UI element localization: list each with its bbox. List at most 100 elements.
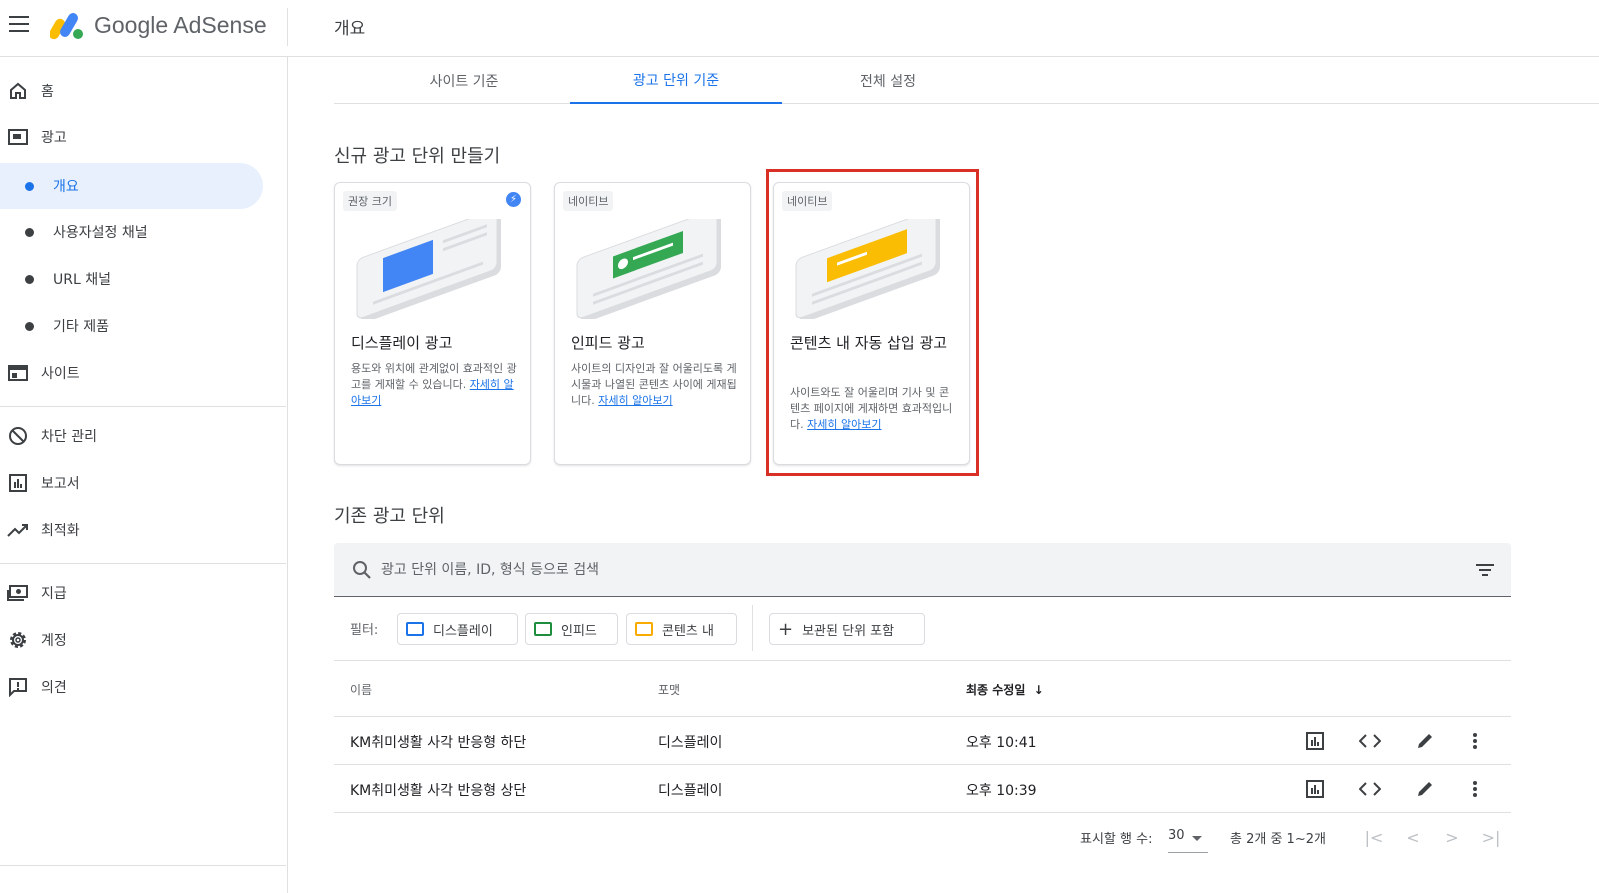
page-range: 총 2개 중 1~2개 bbox=[1230, 832, 1326, 847]
include-archived-chip[interactable]: + 보관된 단위 포함 bbox=[769, 613, 925, 645]
filter-chip-infeed[interactable]: 인피드 bbox=[525, 613, 618, 645]
divider bbox=[287, 8, 288, 46]
chip-label: 디스플레이 bbox=[433, 623, 493, 639]
brand-name: Google AdSense bbox=[94, 12, 267, 38]
column-header-format[interactable]: 포맷 bbox=[658, 681, 680, 698]
filter-list-icon[interactable] bbox=[1475, 561, 1495, 579]
sidebar-item-home[interactable]: 홈 bbox=[0, 69, 286, 113]
sidebar-item-label: 보고서 bbox=[41, 476, 80, 492]
infeed-format-icon bbox=[534, 622, 552, 636]
ad-unit-format: 디스플레이 bbox=[658, 735, 723, 751]
first-page-icon[interactable]: |< bbox=[1362, 825, 1386, 849]
card-description: 사이트와도 잘 어울리며 기사 및 콘텐츠 페이지에 게재하면 효과적입니다. … bbox=[790, 385, 958, 433]
rows-per-page-select[interactable]: 30 bbox=[1168, 823, 1208, 853]
sites-icon bbox=[7, 362, 29, 384]
display-ad-card[interactable]: 권장 크기 ⚡ 디스플레이 광고 용도와 위치에 관계없이 효과적인 광고를 게… bbox=[334, 182, 531, 465]
more-vert-icon[interactable] bbox=[1463, 777, 1487, 801]
chip-label: 콘텐츠 내 bbox=[662, 623, 714, 639]
sidebar-item-ads[interactable]: 광고 bbox=[0, 115, 286, 159]
sidebar-item-reports[interactable]: 보고서 bbox=[0, 461, 286, 505]
tab-global-settings[interactable]: 전체 설정 bbox=[782, 57, 994, 104]
feedback-icon bbox=[7, 676, 29, 698]
sidebar-item-label: 광고 bbox=[41, 130, 67, 146]
sidebar-item-label: 차단 관리 bbox=[41, 429, 97, 445]
column-header-name[interactable]: 이름 bbox=[350, 681, 372, 698]
payments-icon bbox=[7, 582, 29, 604]
adsense-logo bbox=[50, 13, 83, 40]
sidebar-subitem-other-products[interactable]: 기타 제품 bbox=[0, 303, 263, 349]
reports-icon bbox=[7, 472, 29, 494]
bullet-icon bbox=[25, 181, 34, 191]
sidebar-item-account[interactable]: 계정 bbox=[0, 618, 286, 662]
sidebar-subitem-overview[interactable]: 개요 bbox=[0, 163, 263, 209]
sidebar-item-blocking[interactable]: 차단 관리 bbox=[0, 414, 286, 458]
section-title-new-units: 신규 광고 단위 만들기 bbox=[334, 146, 501, 167]
dropdown-arrow-icon bbox=[1192, 836, 1202, 841]
plus-icon: + bbox=[778, 618, 794, 640]
view-tabs: 사이트 기준 광고 단위 기준 전체 설정 bbox=[334, 57, 1599, 104]
next-page-icon[interactable]: > bbox=[1440, 825, 1464, 849]
card-tag: 권장 크기 bbox=[343, 191, 397, 211]
sidebar-item-sites[interactable]: 사이트 bbox=[0, 351, 286, 395]
infeed-ad-card[interactable]: 네이티브 인피드 광고 사이트의 디자인과 잘 어울리도록 게시물과 나열된 콘… bbox=[554, 182, 751, 465]
last-page-icon[interactable]: >| bbox=[1479, 825, 1503, 849]
display-format-icon bbox=[406, 622, 424, 636]
report-icon[interactable] bbox=[1303, 729, 1327, 753]
divider bbox=[0, 563, 286, 564]
edit-icon[interactable] bbox=[1413, 777, 1437, 801]
in-article-ad-illustration bbox=[795, 219, 940, 319]
table-row[interactable]: KM취미생활 사각 반응형 상단 디스플레이 오후 10:39 bbox=[334, 765, 1511, 813]
card-description: 사이트의 디자인과 잘 어울리도록 게시물과 나열된 콘텐츠 사이에 게재됩니다… bbox=[571, 361, 739, 409]
in-article-ad-card[interactable]: 네이티브 콘텐츠 내 자동 삽입 광고 사이트와도 잘 어울리며 기사 및 콘텐… bbox=[773, 182, 970, 465]
sidebar-subitem-url-channels[interactable]: URL 채널 bbox=[0, 256, 263, 302]
edit-icon[interactable] bbox=[1413, 729, 1437, 753]
rows-per-page-value: 30 bbox=[1168, 828, 1185, 843]
prev-page-icon[interactable]: < bbox=[1401, 825, 1425, 849]
tab-by-site[interactable]: 사이트 기준 bbox=[358, 57, 570, 104]
top-bar: Google AdSense 개요 bbox=[0, 0, 1599, 57]
sidebar-item-feedback[interactable]: 의견 bbox=[0, 665, 286, 709]
filter-chip-in-article[interactable]: 콘텐츠 내 bbox=[626, 613, 737, 645]
card-title: 디스플레이 광고 bbox=[351, 334, 453, 352]
optimize-icon bbox=[7, 519, 29, 541]
sidebar-subitem-label: URL 채널 bbox=[53, 272, 111, 288]
sidebar-subitem-custom-channels[interactable]: 사용자설정 채널 bbox=[0, 209, 263, 255]
rows-per-page-label: 표시할 행 수: bbox=[1080, 832, 1153, 847]
sidebar-subitem-label: 사용자설정 채널 bbox=[53, 225, 148, 241]
card-tag: 네이티브 bbox=[782, 191, 833, 211]
bolt-icon: ⚡ bbox=[506, 192, 521, 207]
in-article-format-icon bbox=[635, 622, 653, 636]
bullet-icon bbox=[25, 274, 34, 284]
menu-icon[interactable] bbox=[9, 16, 29, 32]
block-icon bbox=[7, 425, 29, 447]
tab-by-ad-unit[interactable]: 광고 단위 기준 bbox=[570, 57, 782, 104]
search-input[interactable] bbox=[381, 557, 1381, 583]
pagination: 표시할 행 수: 30 총 2개 중 1~2개 |< < > >| bbox=[334, 813, 1511, 859]
report-icon[interactable] bbox=[1303, 777, 1327, 801]
sidebar-item-optimization[interactable]: 최적화 bbox=[0, 508, 286, 552]
code-icon[interactable] bbox=[1358, 777, 1382, 801]
card-tag: 네이티브 bbox=[563, 191, 614, 211]
display-ad-illustration bbox=[356, 219, 501, 319]
more-vert-icon[interactable] bbox=[1463, 729, 1487, 753]
ad-unit-name[interactable]: KM취미생활 사각 반응형 상단 bbox=[350, 780, 526, 800]
table-row[interactable]: KM취미생활 사각 반응형 하단 디스플레이 오후 10:41 bbox=[334, 717, 1511, 765]
section-title-existing-units: 기존 광고 단위 bbox=[334, 506, 445, 527]
sidebar-item-payments[interactable]: 지급 bbox=[0, 571, 286, 615]
card-title: 인피드 광고 bbox=[571, 334, 645, 352]
ad-unit-name[interactable]: KM취미생활 사각 반응형 하단 bbox=[350, 732, 526, 752]
sidebar-subitem-label: 기타 제품 bbox=[53, 319, 109, 335]
chip-label: 인피드 bbox=[561, 623, 597, 639]
code-icon[interactable] bbox=[1358, 729, 1382, 753]
chip-label: 보관된 단위 포함 bbox=[802, 623, 895, 639]
sidebar-item-label: 의견 bbox=[41, 680, 67, 696]
card-title: 콘텐츠 내 자동 삽입 광고 bbox=[790, 334, 948, 352]
home-icon bbox=[7, 80, 29, 102]
gear-icon bbox=[7, 629, 29, 651]
learn-more-link[interactable]: 자세히 알아보기 bbox=[807, 418, 881, 431]
sidebar-item-label: 사이트 bbox=[41, 366, 80, 382]
filter-chip-display[interactable]: 디스플레이 bbox=[397, 613, 518, 645]
column-header-modified[interactable]: 최종 수정일 ↓ bbox=[966, 681, 1044, 698]
learn-more-link[interactable]: 자세히 알아보기 bbox=[598, 394, 672, 407]
sidebar: 홈 광고 개요 사용자설정 채널 URL 채널 기타 제품 사이트 차단 관리 bbox=[0, 57, 288, 893]
